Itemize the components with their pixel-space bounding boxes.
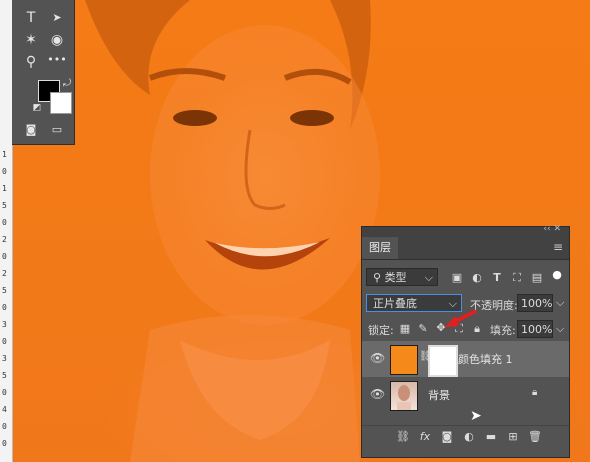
swap-colors-icon[interactable]: ⤾ bbox=[56, 74, 78, 94]
new-layer-icon[interactable]: ⊞ bbox=[506, 430, 520, 443]
layer-name: 颜色填充 1 bbox=[458, 353, 513, 366]
collapse-close-icon[interactable]: ‹‹ ✕ bbox=[543, 224, 561, 234]
lock-label: 锁定: bbox=[368, 324, 394, 337]
ruler-tick-label: 1 bbox=[2, 150, 7, 159]
layer-row-background[interactable]: 👁︎ 背景 🔒︎ bbox=[362, 377, 569, 413]
chevron-down-icon[interactable]: ⌵ bbox=[556, 322, 564, 336]
fill-label: 填充: bbox=[490, 324, 516, 337]
pixel-filter-icon[interactable]: ▣ bbox=[450, 271, 464, 284]
fill-color-thumb[interactable] bbox=[390, 345, 418, 375]
path-selection-icon[interactable]: ➤ bbox=[46, 8, 68, 28]
ruler-tick-label: 1 bbox=[2, 184, 7, 193]
ruler-tick-label: 4 bbox=[2, 405, 7, 414]
ruler-tick-label: 0 bbox=[2, 439, 7, 448]
filter-toggle-icon[interactable]: ● bbox=[550, 268, 564, 281]
link-layers-icon[interactable]: ⛓ bbox=[396, 430, 410, 443]
puppet-warp-icon[interactable]: ✶ bbox=[20, 30, 42, 50]
tab-layers[interactable]: 图层 bbox=[362, 237, 398, 259]
portrait-thumb bbox=[397, 385, 411, 410]
ruler-tick-label: 0 bbox=[2, 167, 7, 176]
chevron-down-icon[interactable]: ⌵ bbox=[556, 296, 564, 310]
lock-icon: 🔒︎ bbox=[532, 387, 538, 398]
background-color-swatch[interactable] bbox=[50, 92, 72, 114]
add-mask-icon[interactable]: ◙ bbox=[440, 430, 454, 443]
filter-row: ⚲ 类型 ⌵ ▣ ◐ T ⛶ ▤ ● bbox=[362, 265, 569, 289]
layer-name: 背景 bbox=[428, 389, 450, 402]
blend-mode-value: 正片叠底 bbox=[373, 297, 417, 310]
tools-panel: T ➤ ✶ ◉ ⚲ ••• ⤾ ◩ ◙ ▭ bbox=[12, 0, 75, 145]
panel-tabbar: 图层 ≡ bbox=[362, 237, 569, 260]
layer-mask-thumb[interactable] bbox=[428, 345, 458, 377]
eye-icon[interactable]: 👁︎ bbox=[370, 387, 385, 401]
filter-type-select[interactable]: ⚲ 类型 ⌵ bbox=[366, 268, 438, 286]
default-colors-icon[interactable]: ◩ bbox=[26, 98, 48, 118]
quick-mask-icon[interactable]: ◙ bbox=[20, 120, 42, 140]
smart-object-filter-icon[interactable]: ▤ bbox=[530, 271, 544, 284]
fill-input[interactable]: 100% bbox=[517, 320, 553, 338]
shape-filter-icon[interactable]: ⛶ bbox=[510, 271, 524, 285]
ruler-tick-label: 5 bbox=[2, 201, 7, 210]
fill-value: 100% bbox=[521, 323, 553, 336]
lock-pixels-brush-icon[interactable]: ✎ bbox=[416, 322, 430, 335]
ruler-tick-label: 5 bbox=[2, 286, 7, 295]
ruler-tick-label: 0 bbox=[2, 218, 7, 227]
ruler-tick-label: 5 bbox=[2, 371, 7, 380]
ruler-tick-label: 2 bbox=[2, 235, 7, 244]
mouse-cursor-icon: ➤ bbox=[470, 408, 482, 424]
opacity-input[interactable]: 100% bbox=[517, 294, 553, 312]
ruler-tick-label: 0 bbox=[2, 252, 7, 261]
type-filter-icon[interactable]: T bbox=[490, 271, 504, 284]
panel-menu-icon[interactable]: ≡ bbox=[553, 240, 563, 254]
ruler-tick-label: 0 bbox=[2, 303, 7, 312]
3d-rotate-icon[interactable]: ◉ bbox=[46, 30, 68, 50]
adjustment-filter-icon[interactable]: ◐ bbox=[470, 271, 484, 284]
zoom-tool-icon[interactable]: ⚲ bbox=[20, 52, 42, 72]
search-icon: ⚲ bbox=[373, 271, 385, 284]
ruler-tick-label: 0 bbox=[2, 337, 7, 346]
ruler-tick-label: 3 bbox=[2, 320, 7, 329]
opacity-value: 100% bbox=[521, 297, 553, 310]
ruler-tick-label: 2 bbox=[2, 269, 7, 278]
trash-icon[interactable]: 🗑︎ bbox=[528, 430, 542, 443]
new-group-folder-icon[interactable]: ▬ bbox=[484, 430, 498, 443]
ruler-tick-label: 3 bbox=[2, 354, 7, 363]
panel-header: ‹‹ ✕ bbox=[362, 224, 569, 237]
layers-panel: ‹‹ ✕ 图层 ≡ ⚲ 类型 ⌵ ▣ ◐ T ⛶ ▤ ● 正片叠底 ⌵ 不透明度:… bbox=[361, 224, 570, 458]
lock-transparent-icon[interactable]: ▦ bbox=[398, 322, 412, 335]
layer-row-color-fill[interactable]: 👁︎ ⛓ 颜色填充 1 bbox=[362, 341, 569, 377]
ruler-tick-label: 0 bbox=[2, 422, 7, 431]
panel-footer: ⛓ fx ◙ ◐ ▬ ⊞ 🗑︎ bbox=[362, 425, 569, 448]
ruler-tick-label: 0 bbox=[2, 388, 7, 397]
more-tools-icon[interactable]: ••• bbox=[46, 50, 68, 70]
red-arrow-annotation bbox=[444, 309, 477, 327]
background-photo-thumb[interactable] bbox=[390, 381, 418, 411]
eye-icon[interactable]: 👁︎ bbox=[370, 351, 385, 365]
type-tool-icon[interactable]: T bbox=[20, 8, 42, 28]
chevron-down-icon: ⌵ bbox=[424, 271, 433, 284]
screen-mode-icon[interactable]: ▭ bbox=[46, 120, 68, 140]
adjustment-layer-icon[interactable]: ◐ bbox=[462, 430, 476, 443]
fx-icon[interactable]: fx bbox=[418, 430, 432, 443]
filter-type-label: 类型 bbox=[384, 271, 407, 284]
